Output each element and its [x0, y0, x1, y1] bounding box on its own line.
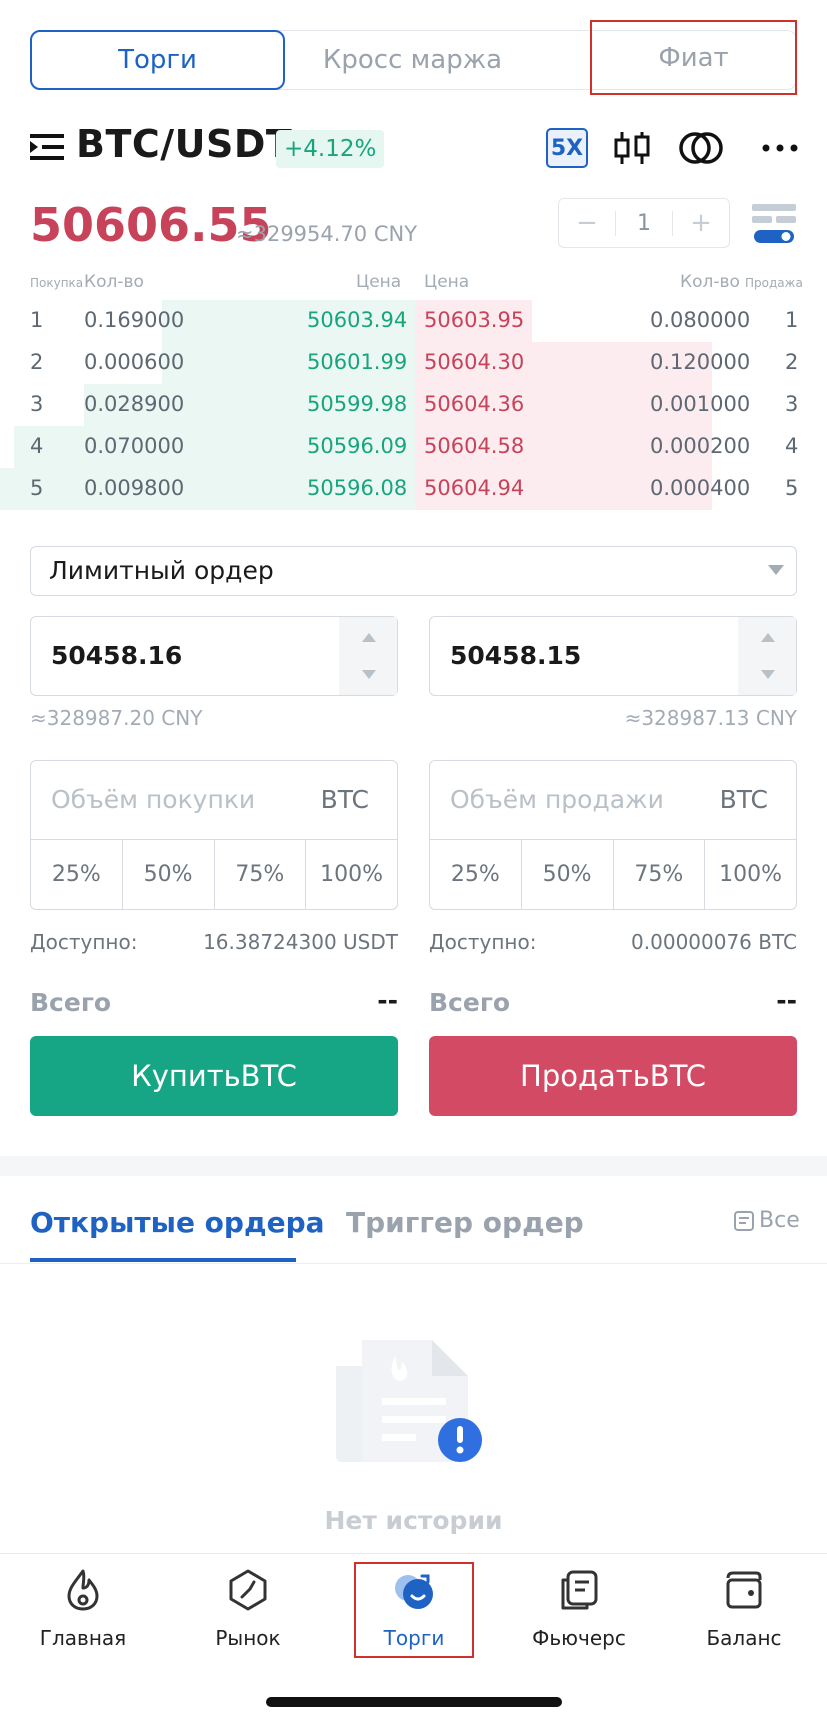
- nav-home[interactable]: Главная: [8, 1568, 158, 1650]
- buy-price-input[interactable]: 50458.16: [30, 616, 398, 696]
- ob-sell-label: Продажа: [745, 276, 803, 290]
- flame-icon: [67, 1569, 99, 1611]
- arrow-down-icon[interactable]: [761, 670, 775, 679]
- buy-total-value: --: [377, 986, 398, 1015]
- sell-price-stepper[interactable]: [738, 617, 796, 695]
- sell-volume-field[interactable]: Объём продажи BTC 25% 50% 75% 100%: [429, 760, 797, 910]
- buy-volume-unit: BTC: [320, 785, 369, 814]
- buy-pct-100[interactable]: 100%: [306, 840, 397, 909]
- sell-total-value: --: [776, 986, 797, 1015]
- sell-pct-25[interactable]: 25%: [430, 840, 522, 909]
- sell-volume-placeholder[interactable]: Объём продажи: [450, 785, 664, 814]
- sell-total-label: Всего: [429, 988, 511, 1017]
- buy-price-cny: ≈328987.20 CNY: [30, 706, 203, 730]
- sell-price-input[interactable]: 50458.15: [429, 616, 797, 696]
- nav-balance[interactable]: Баланс: [669, 1568, 819, 1650]
- tab-underline: [30, 1258, 296, 1262]
- sell-button[interactable]: ПродатьBTC: [429, 1036, 797, 1116]
- sell-price-value: 50458.15: [450, 641, 582, 670]
- buy-total-label: Всего: [30, 988, 112, 1017]
- pair-symbol[interactable]: BTC/USDT: [76, 122, 292, 166]
- ob-bid-price-header: Цена: [356, 272, 402, 292]
- buy-pct-25[interactable]: 25%: [31, 840, 123, 909]
- wallet-icon: [726, 1571, 762, 1609]
- tab-trigger-orders[interactable]: Триггер ордер: [346, 1206, 584, 1239]
- buy-available-value: 16.38724300 USDT: [203, 930, 398, 954]
- arrow-down-icon[interactable]: [362, 670, 376, 679]
- buy-volume-placeholder[interactable]: Объём покупки: [51, 785, 255, 814]
- orderbook-row[interactable]: 4 0.070000 50596.09 50604.58 0.000200 4: [0, 426, 827, 468]
- sell-pct-75[interactable]: 75%: [614, 840, 706, 909]
- sell-available-label: Доступно:: [429, 930, 537, 954]
- buy-price-stepper[interactable]: [339, 617, 397, 695]
- bottom-nav: Главная Рынок Торги Фьючерс Баланс: [0, 1553, 827, 1719]
- buy-pct-75[interactable]: 75%: [215, 840, 307, 909]
- ob-bid-qty-header: Кол-во: [84, 272, 144, 292]
- futures-icon: [561, 1570, 598, 1610]
- document-icon: [734, 1210, 754, 1231]
- orderbook-row[interactable]: 1 0.169000 50603.94 50603.95 0.080000 1: [0, 300, 827, 342]
- nav-market-label: Рынок: [215, 1626, 281, 1650]
- depth-value: 1: [615, 210, 673, 236]
- arrow-up-icon[interactable]: [761, 633, 775, 642]
- arrow-up-icon[interactable]: [362, 633, 376, 642]
- nav-market[interactable]: Рынок: [173, 1568, 323, 1650]
- layout-toggle-icon[interactable]: [750, 200, 798, 248]
- menu-icon[interactable]: [30, 130, 64, 164]
- buy-available-label: Доступно:: [30, 930, 138, 954]
- change-badge: +4.12%: [276, 130, 385, 168]
- orders-separator: [0, 1263, 827, 1264]
- tab-fiat[interactable]: Фиат: [590, 20, 797, 95]
- nav-trade[interactable]: Торги: [354, 1562, 474, 1658]
- empty-history-text: Нет истории: [324, 1506, 503, 1535]
- sell-available-value: 0.00000076 BTC: [631, 930, 797, 954]
- nav-futures-label: Фьючерс: [532, 1626, 626, 1650]
- depth-stepper: − 1 +: [558, 198, 730, 248]
- ob-ask-qty-header: Кол-во: [680, 272, 740, 292]
- ob-ask-price-header: Цена: [424, 272, 470, 292]
- orderbook-row[interactable]: 3 0.028900 50599.98 50604.36 0.001000 3: [0, 384, 827, 426]
- candlestick-chart-icon[interactable]: [612, 128, 652, 168]
- order-type-select[interactable]: Лимитный ордер: [30, 546, 797, 596]
- exchange-circles-icon[interactable]: [678, 128, 724, 168]
- market-icon: [229, 1569, 267, 1611]
- tab-cross-margin[interactable]: Кросс маржа: [285, 30, 540, 90]
- orderbook-row[interactable]: 5 0.009800 50596.08 50604.94 0.000400 5: [0, 468, 827, 510]
- buy-price-value: 50458.16: [51, 641, 183, 670]
- home-indicator: [266, 1697, 562, 1707]
- sell-pct-100[interactable]: 100%: [705, 840, 796, 909]
- all-orders-label: Все: [759, 1208, 800, 1233]
- nav-trade-label: Торги: [383, 1626, 445, 1650]
- order-type-value: Лимитный ордер: [49, 556, 274, 585]
- buy-volume-field[interactable]: Объём покупки BTC 25% 50% 75% 100%: [30, 760, 398, 910]
- buy-button[interactable]: КупитьBTC: [30, 1036, 398, 1116]
- all-orders-link[interactable]: Все: [733, 1208, 800, 1233]
- tab-spot[interactable]: Торги: [30, 30, 285, 90]
- caret-down-icon: [768, 565, 784, 575]
- orderbook-row[interactable]: 2 0.000600 50601.99 50604.30 0.120000 2: [0, 342, 827, 384]
- sell-pct-50[interactable]: 50%: [522, 840, 614, 909]
- sell-price-cny: ≈328987.13 CNY: [624, 706, 797, 730]
- depth-minus-button[interactable]: −: [559, 208, 615, 238]
- more-icon[interactable]: [760, 128, 800, 168]
- tab-open-orders[interactable]: Открытые ордера: [30, 1206, 325, 1239]
- nav-balance-label: Баланс: [706, 1626, 782, 1650]
- nav-futures[interactable]: Фьючерс: [504, 1568, 654, 1650]
- last-price-cny: ≈329954.70 CNY: [236, 222, 418, 246]
- empty-history-icon: [336, 1340, 482, 1462]
- section-divider: [0, 1156, 827, 1176]
- ob-buy-label: Покупка: [30, 276, 84, 290]
- sell-volume-unit: BTC: [719, 785, 768, 814]
- nav-home-label: Главная: [39, 1626, 127, 1650]
- leverage-badge[interactable]: 5X: [546, 128, 588, 168]
- buy-pct-50[interactable]: 50%: [123, 840, 215, 909]
- trade-icon: [395, 1574, 433, 1609]
- depth-plus-button[interactable]: +: [673, 208, 729, 238]
